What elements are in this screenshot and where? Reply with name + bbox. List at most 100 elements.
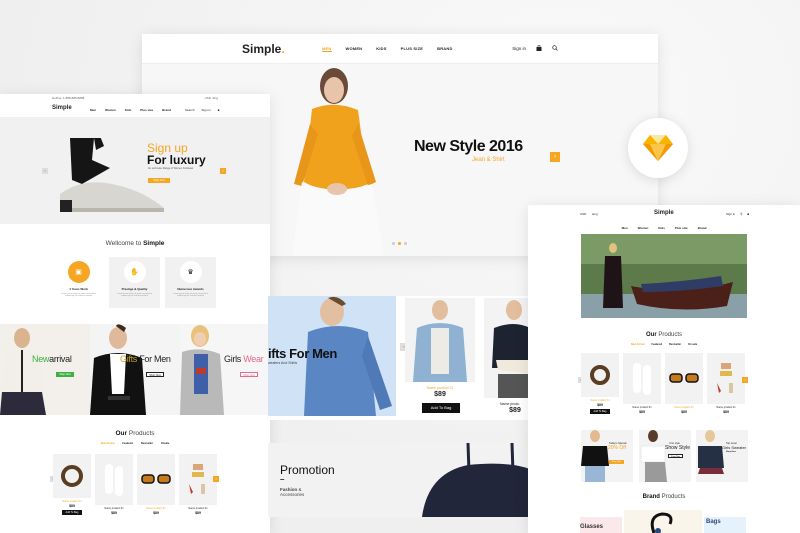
product-name[interactable]: Name product 01	[53, 500, 91, 503]
menu-item-plus-size[interactable]: Plus size	[140, 108, 153, 112]
shop-now-button[interactable]: Shop Now	[148, 178, 170, 183]
search-link[interactable]: Search	[185, 108, 195, 112]
tab-featured[interactable]: Featured	[652, 343, 663, 346]
banner-title-accent: Gifts	[120, 354, 138, 364]
bag-icon[interactable]: ■	[218, 108, 220, 112]
main-logo[interactable]: Simple.	[242, 42, 285, 56]
menu-item-plus-size[interactable]: Plus size	[675, 226, 688, 230]
hero-tagline: An exclusive Range of Women Footwear	[148, 167, 194, 170]
tab-new-arrival[interactable]: New Arrival	[631, 343, 645, 346]
slider-dot-active[interactable]	[398, 242, 401, 245]
tab-on-sale[interactable]: On sale	[688, 343, 697, 346]
product-image-bracelet[interactable]	[581, 353, 619, 397]
product-name[interactable]: Name produ	[500, 402, 530, 406]
search-icon[interactable]	[552, 45, 558, 52]
product-name[interactable]: Name product 01	[665, 406, 703, 409]
menu-item-women[interactable]: WOMEN	[346, 46, 363, 52]
menu-item-men[interactable]: MEN	[322, 46, 332, 52]
banner-gifts-for-men[interactable]: Gifts For Men Shop Now	[90, 324, 180, 415]
banner-title-main: arrival	[49, 354, 72, 364]
brand-tile-glasses[interactable]: Glasses	[580, 517, 622, 533]
sign-in-link[interactable]: Sign in	[512, 46, 526, 51]
language-select[interactable]: Eng	[213, 96, 218, 100]
product-name[interactable]: Name product 01	[137, 507, 175, 510]
product-name[interactable]: Name product 01	[707, 406, 745, 409]
left-logo[interactable]: Simple	[52, 105, 72, 111]
menu-item-brand[interactable]: Brand	[162, 108, 171, 112]
product-image-black-shirt[interactable]	[484, 298, 530, 398]
product-name[interactable]: Name product 01	[581, 399, 619, 402]
bag-icon[interactable]	[536, 44, 542, 52]
add-to-bag-button[interactable]: Add To Bag	[422, 403, 460, 413]
add-to-bag-button[interactable]: Add To Bag	[590, 409, 610, 414]
add-to-bag-button[interactable]: Add To Bag	[62, 510, 82, 515]
currency-select[interactable]: USD	[205, 96, 211, 100]
product-price: $89	[195, 511, 201, 515]
hero-next-arrow[interactable]: ›	[220, 168, 226, 174]
hero-prev-arrow[interactable]: ‹	[42, 168, 48, 174]
product-price: $89	[69, 504, 75, 508]
hotline-text: Hotline: 1-888-888-8888	[52, 96, 85, 100]
product-name[interactable]: Name product 01	[623, 406, 661, 409]
slider-dot[interactable]	[404, 242, 407, 245]
heading-bold: Our	[115, 430, 128, 437]
product-image-denim-jacket[interactable]	[405, 298, 475, 382]
product-name[interactable]: Name product 01	[95, 507, 133, 510]
product-image-sneakers[interactable]	[95, 454, 133, 505]
shop-now-button[interactable]: Shop Now	[146, 372, 164, 377]
product-price: $89	[597, 403, 603, 407]
banner-girls-wear[interactable]: Girls Wear Shop Now	[180, 324, 270, 415]
search-icon[interactable]: ⚲	[740, 212, 742, 216]
menu-item-brand[interactable]: Brand	[698, 226, 707, 230]
product-image-accessories[interactable]	[707, 353, 745, 404]
bag-icon[interactable]: ■	[747, 212, 749, 216]
tab-new-arrival[interactable]: New Arrival	[101, 442, 115, 445]
tab-featured[interactable]: Featured	[122, 442, 133, 445]
menu-item-brand[interactable]: BRAND	[437, 46, 452, 52]
model-image	[581, 430, 609, 482]
hero-next-arrow[interactable]: ›	[550, 152, 560, 162]
right-logo[interactable]: Simple	[654, 210, 674, 216]
menu-item-plus-size[interactable]: PLUS SIZE	[401, 46, 423, 52]
menu-item-women[interactable]: Women	[105, 108, 116, 112]
menu-item-men[interactable]: Men	[90, 108, 96, 112]
brand-tile-featured[interactable]	[624, 510, 702, 533]
sign-in-link[interactable]: Sign in	[726, 212, 735, 216]
slider-dot[interactable]	[392, 242, 395, 245]
brand-tile-bags[interactable]: Bags	[704, 517, 746, 533]
shop-now-button[interactable]: Shop Now	[609, 460, 624, 464]
sign-in-link[interactable]: Sign in	[202, 108, 211, 112]
right-preview-panel: USD Eng Simple Sign in ⚲ ■ Men Women Kid…	[528, 205, 800, 533]
product-image-sunglasses[interactable]	[665, 353, 703, 404]
shop-now-button[interactable]: Shop Now	[668, 454, 683, 458]
promo-tile-show-style[interactable]: Your style Show Style Shop Now	[639, 430, 691, 482]
promotion-banner[interactable]: Promotion – Fashion & Accessories	[268, 443, 530, 517]
tab-bestseller[interactable]: Bestseller	[141, 442, 153, 445]
promo-tile-20-off[interactable]: Today's Special 20% Off Shop Now	[581, 430, 633, 482]
currency-select[interactable]: USD	[580, 212, 586, 216]
tab-onsale[interactable]: Onsale	[161, 442, 169, 445]
menu-item-women[interactable]: Women	[638, 226, 649, 230]
left-navbar: Simple Men Women Kids Plus size Brand Se…	[0, 102, 270, 118]
menu-item-men[interactable]: Men	[622, 226, 628, 230]
products-next-arrow[interactable]: ›	[742, 377, 748, 383]
shop-now-button[interactable]: Shop Now	[240, 372, 258, 377]
product-image-sunglasses[interactable]	[137, 454, 175, 505]
language-select[interactable]: Eng	[592, 212, 597, 216]
promo-tile-girls-sweater[interactable]: Top Level Girls Sweater Shop Now	[696, 430, 748, 482]
product-image-bracelet[interactable]	[53, 454, 91, 498]
gifts-banner[interactable]: ifts For Men weaters And Shirts	[268, 296, 396, 416]
tab-bestseller[interactable]: Bestseller	[669, 343, 681, 346]
shop-now-button[interactable]: Shop Now	[56, 372, 74, 377]
our-products-heading: Our Products	[528, 332, 800, 338]
product-image-accessories[interactable]	[179, 454, 217, 505]
menu-item-kids[interactable]: KIDS	[376, 46, 386, 52]
product-name[interactable]: Name product 01	[405, 386, 475, 390]
product-name[interactable]: Name product 01	[179, 507, 217, 510]
banner-new-arrival[interactable]: Newarrival Shop Now	[0, 324, 90, 415]
menu-item-kids[interactable]: Kids	[658, 226, 665, 230]
product-image-sneakers[interactable]	[623, 353, 661, 404]
menu-item-kids[interactable]: Kids	[125, 108, 132, 112]
shop-now-link[interactable]: Shop Now	[726, 451, 736, 453]
products-next-arrow[interactable]: ›	[213, 476, 219, 482]
